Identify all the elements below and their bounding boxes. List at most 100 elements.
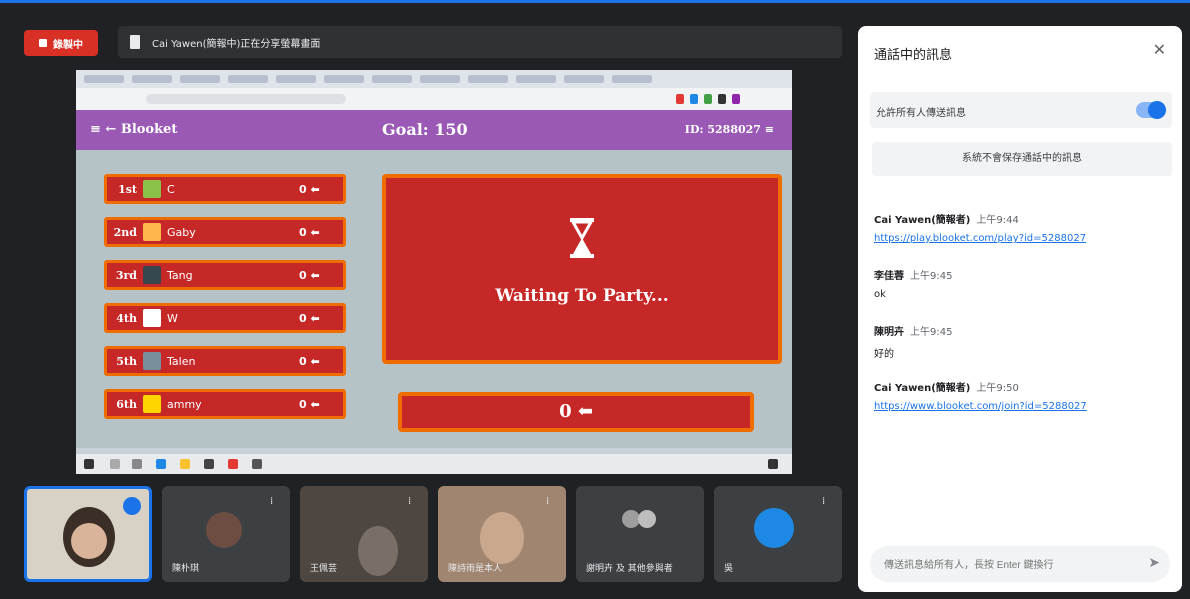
close-icon[interactable]: ✕ <box>1153 40 1166 59</box>
participant-avatar <box>638 510 656 528</box>
edge-icon <box>156 459 166 469</box>
player-row: 5th Talen 0 ⬅ <box>104 346 346 376</box>
player-name: Tang <box>167 268 193 282</box>
message-sender: Cai Yawen(簡報者) <box>874 383 971 394</box>
search-icon <box>110 459 120 469</box>
player-score: 0 ⬅ <box>299 182 320 196</box>
extension-icon <box>676 94 684 104</box>
player-score: 0 ⬅ <box>299 397 320 411</box>
allow-messages-row: 允許所有人傳送訊息 <box>870 92 1172 128</box>
recording-badge[interactable]: 錄製中 <box>24 30 98 56</box>
chat-message: 李佳蓉 上午9:45 ok <box>874 264 1164 300</box>
player-avatar <box>143 352 161 370</box>
player-avatar <box>143 223 161 241</box>
windows-taskbar <box>76 454 792 474</box>
participant-video <box>358 526 398 576</box>
player-avatar <box>143 309 161 327</box>
url-field <box>146 94 346 104</box>
player-name: ammy <box>167 397 202 411</box>
chat-compose: ➤ <box>870 546 1170 582</box>
hourglass-icon <box>570 218 594 258</box>
chat-title: 通話中的訊息 <box>874 48 953 63</box>
browser-tab <box>468 75 508 83</box>
message-link[interactable]: https://www.blooket.com/join?id=5288027 <box>874 401 1164 412</box>
record-icon <box>39 39 47 47</box>
mic-off-icon: ⁞ <box>270 496 274 507</box>
player-avatar <box>143 266 161 284</box>
participant-name: 陳詩雨是本人 <box>448 564 503 574</box>
chat-input[interactable] <box>882 555 1126 575</box>
player-rank: 6th <box>116 397 137 411</box>
browser-address-bar <box>76 88 792 110</box>
extension-icon <box>704 94 712 104</box>
presenter-text: Cai Yawen(簡報中)正在分享螢幕畫面 <box>152 38 321 50</box>
message-sender: Cai Yawen(簡報者) <box>874 215 971 226</box>
notification-icon <box>768 459 778 469</box>
chat-message: Cai Yawen(簡報者) 上午9:50 https://www.blooket… <box>874 376 1164 412</box>
blooket-logo: ≡ ← Blooket <box>90 122 178 137</box>
browser-tab <box>132 75 172 83</box>
chat-message: 陳明卉 上午9:45 好的 <box>874 320 1164 360</box>
participant-avatar <box>206 512 242 548</box>
browser-tab <box>372 75 412 83</box>
message-sender: 陳明卉 <box>874 327 904 338</box>
waiting-text: Waiting To Party... <box>495 286 669 306</box>
presenter-bar: Cai Yawen(簡報中)正在分享螢幕畫面 <box>118 26 842 58</box>
player-name: W <box>167 311 178 325</box>
player-score: 0 ⬅ <box>299 311 320 325</box>
participant-tile[interactable]: ⁞ 吳 <box>714 486 842 582</box>
windows-start-icon <box>84 459 94 469</box>
screen-share-icon <box>130 35 140 49</box>
browser-tab-strip <box>76 70 792 88</box>
player-row: 6th ammy 0 ⬅ <box>104 389 346 419</box>
participant-name: 王佩芸 <box>310 564 338 574</box>
allow-messages-label: 允許所有人傳送訊息 <box>876 108 966 119</box>
player-rank: 1st <box>118 182 137 196</box>
browser-tab <box>180 75 220 83</box>
participant-tile[interactable]: ⁞ 陳朴琪 <box>162 486 290 582</box>
browser-tab <box>228 75 268 83</box>
player-score: 0 ⬅ <box>299 225 320 239</box>
player-score: 0 ⬅ <box>299 268 320 282</box>
player-rank: 3rd <box>115 268 137 282</box>
participant-tile[interactable]: ⁞ 陳詩雨是本人 <box>438 486 566 582</box>
app-icon <box>204 459 214 469</box>
chat-notice: 系統不會保存通話中的訊息 <box>872 142 1172 176</box>
mic-off-icon: ⁞ <box>546 496 550 507</box>
player-name: Gaby <box>167 225 196 239</box>
browser-tab <box>612 75 652 83</box>
browser-tab <box>84 75 124 83</box>
extension-icon <box>732 94 740 104</box>
chat-panel: 通話中的訊息 ✕ 允許所有人傳送訊息 系統不會保存通話中的訊息 Cai Yawe… <box>858 26 1182 592</box>
browser-tab <box>516 75 556 83</box>
toggle-knob <box>1148 101 1166 119</box>
participant-video <box>480 512 524 564</box>
participant-tile-group[interactable]: 謝明卉 及 其他參與者 <box>576 486 704 582</box>
blooket-goal: Goal: 150 <box>382 120 468 139</box>
message-time: 上午9:45 <box>910 271 953 282</box>
player-rank: 4th <box>116 311 137 325</box>
blooket-header: ≡ ← Blooket Goal: 150 ID: 5288027 ≡ <box>76 110 792 150</box>
allow-messages-toggle[interactable] <box>1136 101 1166 119</box>
message-time: 上午9:44 <box>976 215 1019 226</box>
blooket-game-id: ID: 5288027 ≡ <box>684 123 774 136</box>
mic-off-icon: ⁞ <box>822 496 826 507</box>
message-link[interactable]: https://play.blooket.com/play?id=5288027 <box>874 233 1164 244</box>
message-body: 好的 <box>874 349 894 360</box>
player-row: 2nd Gaby 0 ⬅ <box>104 217 346 247</box>
player-row: 4th W 0 ⬅ <box>104 303 346 333</box>
participant-name: 陳朴琪 <box>172 564 200 574</box>
speaking-indicator-icon <box>123 497 141 515</box>
browser-tab <box>420 75 460 83</box>
participant-tile-self[interactable] <box>24 486 152 582</box>
message-time: 上午9:45 <box>910 327 953 338</box>
participant-tile[interactable]: ⁞ 王佩芸 <box>300 486 428 582</box>
waiting-panel: Waiting To Party... <box>382 174 782 364</box>
player-row: 1st C 0 ⬅ <box>104 174 346 204</box>
player-name: C <box>167 182 175 196</box>
send-icon[interactable]: ➤ <box>1148 555 1160 571</box>
chrome-icon <box>228 459 238 469</box>
taskview-icon <box>132 459 142 469</box>
folder-icon <box>180 459 190 469</box>
browser-tab <box>276 75 316 83</box>
